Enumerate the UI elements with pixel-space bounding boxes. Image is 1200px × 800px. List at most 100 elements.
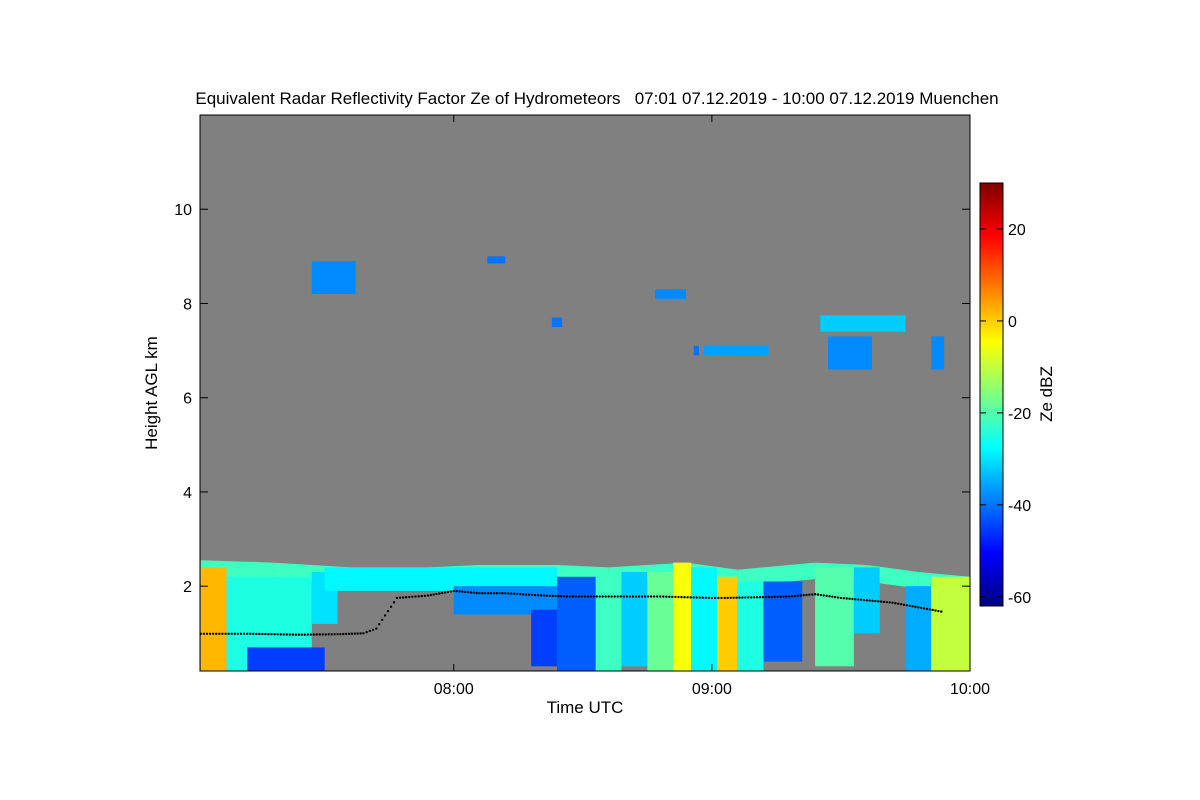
cloud-base-point xyxy=(899,603,903,606)
cloud-base-point xyxy=(710,596,714,600)
cloud-base-point xyxy=(472,591,476,594)
cloud-base-point xyxy=(233,632,237,635)
cloud-base-point xyxy=(273,633,276,636)
cloud-base-point xyxy=(755,596,759,599)
cloud-base-point xyxy=(507,592,510,595)
x-tick-label: 09:00 xyxy=(692,681,732,698)
cloud-base-point xyxy=(914,605,917,609)
cloud-base-point xyxy=(671,595,674,599)
cloud-base-point xyxy=(871,599,874,603)
cloud-base-point xyxy=(683,596,686,599)
cloud-base-point xyxy=(646,595,650,598)
cloud-base-point xyxy=(486,592,490,595)
cloud-base-point xyxy=(717,596,720,600)
cloud-base-point xyxy=(796,594,800,597)
cloud-base-point xyxy=(922,607,926,610)
cloud-base-point xyxy=(577,595,581,598)
cloud-base-point xyxy=(637,595,641,598)
upper-cloud-patch xyxy=(551,317,563,328)
x-tick-label: 08:00 xyxy=(434,681,474,698)
cloud-base-point xyxy=(813,592,817,596)
cloud-base-point xyxy=(522,593,525,596)
cloud-base-point xyxy=(336,633,339,636)
cloud-base-point xyxy=(411,595,414,598)
cloud-base-point xyxy=(378,623,381,626)
cloud-base-point xyxy=(707,596,711,600)
cloud-base-point xyxy=(443,591,447,594)
radar-reflectivity-chart: Equivalent Radar Reflectivity Factor Ze … xyxy=(142,89,1056,717)
cloud-base-point xyxy=(888,601,891,604)
cloud-base-point xyxy=(874,599,877,603)
cloud-base-point xyxy=(723,596,726,600)
cloud-base-point xyxy=(426,594,430,597)
cloud-base-point xyxy=(324,633,327,636)
cloud-base-point xyxy=(735,596,738,599)
cloud-base-point xyxy=(525,593,528,596)
cloud-base-point xyxy=(221,632,224,635)
cloud-base-point xyxy=(842,597,846,600)
cloud-base-point xyxy=(455,589,458,593)
cloud-base-point xyxy=(205,632,209,635)
y-tick-label: 2 xyxy=(183,579,192,596)
cloud-base-point xyxy=(571,595,575,598)
cloud-base-point xyxy=(649,595,653,598)
cloud-base-point xyxy=(303,633,307,636)
cloud-base-point xyxy=(920,606,923,610)
cloud-base-point xyxy=(665,595,668,598)
cloud-base-point xyxy=(879,600,883,603)
y-tick-label: 10 xyxy=(174,202,192,219)
cloud-base-point xyxy=(344,632,348,636)
cloud-base-point xyxy=(270,633,273,636)
cloud-base-point xyxy=(327,633,330,636)
cloud-base-point xyxy=(236,632,240,635)
cloud-base-point xyxy=(713,596,717,600)
low-cloud-cell xyxy=(763,581,803,662)
cloud-base-point xyxy=(770,595,773,599)
cloud-base-point xyxy=(747,596,750,599)
y-tick-label: 4 xyxy=(183,485,192,502)
cloud-base-point xyxy=(321,633,324,636)
cloud-base-point xyxy=(309,633,312,636)
cloud-base-point xyxy=(362,632,365,635)
cloud-base-point xyxy=(859,598,863,601)
cloud-base-point xyxy=(339,632,342,636)
cloud-base-point xyxy=(246,632,249,635)
upper-cloud-patch xyxy=(704,345,769,356)
cloud-base-point xyxy=(695,596,698,599)
cloud-base-point xyxy=(701,596,704,599)
cloud-base-point xyxy=(851,597,854,601)
cloud-base-point xyxy=(420,594,423,598)
cloud-base-point xyxy=(758,595,762,599)
cloud-base-point xyxy=(845,597,848,600)
cloud-base-point xyxy=(258,632,261,636)
low-cloud-cell xyxy=(905,586,932,671)
cloud-base-point xyxy=(261,632,264,636)
upper-cloud-patch xyxy=(828,336,872,370)
cloud-base-point xyxy=(631,595,635,598)
cloud-base-point xyxy=(386,609,390,613)
low-cloud-cell xyxy=(931,576,970,671)
low-cloud-cell xyxy=(691,567,718,671)
cloud-base-point xyxy=(902,603,906,606)
cloud-base-point xyxy=(598,595,601,598)
cloud-base-point xyxy=(464,590,467,594)
chart-title: Equivalent Radar Reflectivity Factor Ze … xyxy=(195,89,998,108)
cloud-base-point xyxy=(937,609,940,613)
cloud-base-point xyxy=(862,598,866,602)
cloud-base-point xyxy=(773,595,776,599)
cloud-base-point xyxy=(738,596,741,599)
cloud-base-point xyxy=(264,632,267,636)
cloud-base-point xyxy=(799,594,802,597)
cloud-base-point xyxy=(752,596,756,599)
cloud-base-point xyxy=(674,595,677,599)
cloud-base-point xyxy=(628,595,632,598)
low-cloud-cell xyxy=(673,562,692,671)
colorbar: 20 0 -20 -40 -60 Ze dBZ xyxy=(979,182,1056,607)
cloud-base-point xyxy=(539,594,543,597)
cloud-base-point xyxy=(686,596,689,599)
cloud-base-point xyxy=(928,608,932,611)
cloud-base-point xyxy=(562,595,566,598)
cloud-base-point xyxy=(568,595,572,598)
low-cloud-cell xyxy=(531,609,557,667)
upper-cloud-patch xyxy=(931,336,945,370)
